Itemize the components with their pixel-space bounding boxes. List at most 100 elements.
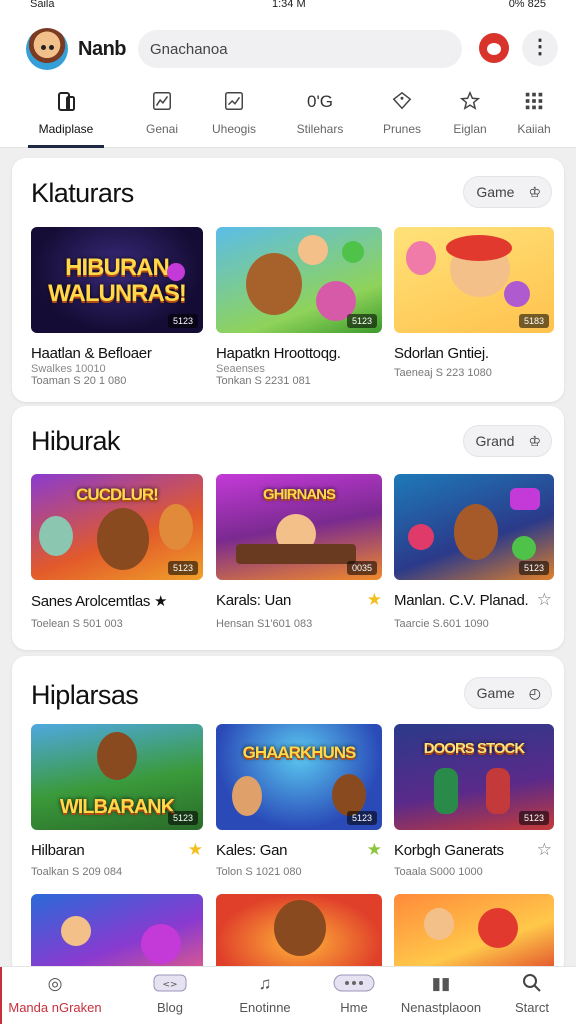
nav-item-home[interactable]: ◎ Manda nGraken: [0, 967, 110, 1024]
game-meta: Taarcie S.601 1090: [394, 618, 489, 630]
button-label: Game: [476, 685, 515, 701]
game-subtitle: Swalkes 10010: [31, 363, 106, 375]
tab-label: Prunes: [382, 122, 422, 136]
game-thumbnail[interactable]: HIBURAN WALUNRAS! 5123: [31, 227, 203, 333]
thumbnail-art-text: DOORS STOCK: [423, 740, 525, 757]
tab-kaiiah[interactable]: Kaiiah: [498, 86, 570, 148]
bear-character-icon: [97, 508, 149, 570]
game-thumbnail[interactable]: WILBARANK 5123: [31, 724, 203, 830]
game-thumbnail[interactable]: 5183: [394, 227, 554, 333]
avatar[interactable]: [26, 28, 68, 70]
tab-label: Eiglan: [453, 122, 487, 136]
nav-item-enotinne[interactable]: ♫ Enotinne: [225, 967, 305, 1024]
nav-label: Hme: [340, 1000, 368, 1015]
kid-character-icon: [424, 908, 454, 940]
table-shape: [236, 544, 356, 564]
bear-character-icon: [274, 900, 326, 956]
pig-character-icon: [406, 241, 436, 275]
tab-stilehars[interactable]: 0'G Stilehars: [284, 86, 356, 148]
game-thumbnail[interactable]: DOORS STOCK 5123: [394, 724, 554, 830]
nav-item-starct[interactable]: Starct: [496, 967, 568, 1024]
tab-madiplase[interactable]: Madiplase: [28, 86, 104, 148]
favorite-star-icon[interactable]: ★: [367, 841, 382, 859]
game-title: Manlan. C.V. Planad.: [394, 592, 529, 609]
section-game-button[interactable]: Game ◴: [463, 677, 552, 709]
game-meta: Hensan S1'601 083: [216, 618, 313, 630]
ball-icon: [167, 263, 185, 281]
thumbnail-art-text: GHAARKHUNS: [242, 743, 357, 762]
category-tabs: Madiplase Genai Uheogis 0'G Stilehars Pr…: [0, 86, 576, 148]
search-box[interactable]: [138, 30, 462, 68]
price-badge: 5123: [518, 811, 549, 825]
game-meta: Taeneaj S 223 1080: [394, 367, 492, 379]
ball-icon: [342, 241, 364, 263]
button-label: Game: [476, 184, 515, 200]
tab-eiglan[interactable]: Eiglan: [434, 86, 506, 148]
nav-item-hme[interactable]: Hme: [314, 967, 394, 1024]
favorite-star-icon[interactable]: ★: [367, 591, 382, 609]
game-thumbnail[interactable]: 5123: [216, 227, 382, 333]
nav-item-blog[interactable]: <> Blog: [130, 967, 210, 1024]
thumbnail-art-text: GHIRNANS: [262, 486, 336, 503]
game-thumbnail[interactable]: GHIRNANS 0035: [216, 474, 382, 580]
tab-label: Genai: [145, 122, 179, 136]
bear-character-icon: [454, 504, 498, 560]
candy-icon: [408, 524, 434, 550]
nav-label: Starct: [515, 1000, 549, 1015]
search-input[interactable]: [150, 30, 450, 68]
fox-character-icon: [478, 908, 518, 948]
text-icon: 0'G: [307, 92, 333, 111]
game-thumbnail[interactable]: GHAARKHUNS 5123: [216, 724, 382, 830]
monster-character-icon: [141, 924, 181, 964]
section-title: Hiplarsas: [31, 680, 139, 710]
favorite-star-icon[interactable]: ☆: [537, 841, 552, 859]
game-thumbnail[interactable]: [31, 894, 203, 974]
price-badge: 5123: [167, 561, 198, 575]
tab-uheogis[interactable]: Uheogis: [198, 86, 270, 148]
trend-icon: [222, 90, 246, 114]
price-badge: 5123: [346, 811, 377, 825]
game-title: Hilbaran: [31, 842, 85, 859]
button-label: Grand: [475, 433, 515, 449]
carrier-label: Saila: [30, 0, 55, 10]
avatar-eye: [41, 45, 46, 50]
bear-character-icon: [246, 253, 302, 315]
ball-icon: [504, 281, 530, 307]
nav-item-nenastplaoon[interactable]: ▮▮ Nenastplaoon: [386, 967, 496, 1024]
section-game-button[interactable]: Game ♔: [463, 176, 552, 208]
section-grand-button[interactable]: Grand ♔: [462, 425, 552, 457]
tab-genai[interactable]: Genai: [126, 86, 198, 148]
profile-mascot-button[interactable]: [476, 30, 512, 66]
svg-text:<>: <>: [162, 980, 177, 990]
price-badge: 5123: [346, 314, 377, 328]
bear-character-icon: [332, 774, 366, 816]
kebab-menu-icon: ⋮: [530, 36, 550, 58]
game-meta: Tolon S 1021 080: [216, 866, 302, 878]
ball-icon: [512, 536, 536, 560]
price-badge: 5123: [167, 314, 198, 328]
search-icon: [496, 973, 568, 995]
game-title: Karals: Uan: [216, 592, 292, 609]
game-thumbnail[interactable]: CUCDLUR! 5123: [31, 474, 203, 580]
section-title: Hiburak: [31, 426, 120, 456]
crown-icon: ♔: [528, 184, 541, 200]
kid-character-icon: [232, 776, 262, 816]
tag-icon: [390, 90, 414, 114]
phone-icon: [54, 90, 78, 114]
favorite-star-icon[interactable]: ☆: [537, 591, 552, 609]
game-subtitle: Seaenses: [216, 363, 265, 375]
section-klaturars: Klaturars Game ♔ HIBURAN WALUNRAS! 5123 H…: [12, 158, 564, 402]
clock-icon: ◴: [528, 685, 541, 701]
bottom-navigation: ◎ Manda nGraken <> Blog ♫ Enotinne Hme ▮…: [0, 966, 576, 1024]
tab-label: Kaiiah: [517, 122, 551, 136]
game-meta: Toaman S 20 1 080: [31, 375, 127, 387]
tab-prunes[interactable]: Prunes: [366, 86, 438, 148]
favorite-star-icon[interactable]: ★: [188, 841, 203, 859]
avatar-eye: [49, 45, 54, 50]
tab-label: Madiplase: [38, 122, 94, 136]
game-thumbnail[interactable]: [394, 894, 554, 974]
bear-character-icon: [97, 732, 137, 780]
more-options-button[interactable]: ⋮: [522, 30, 558, 66]
game-thumbnail[interactable]: [216, 894, 382, 974]
game-thumbnail[interactable]: 5123: [394, 474, 554, 580]
